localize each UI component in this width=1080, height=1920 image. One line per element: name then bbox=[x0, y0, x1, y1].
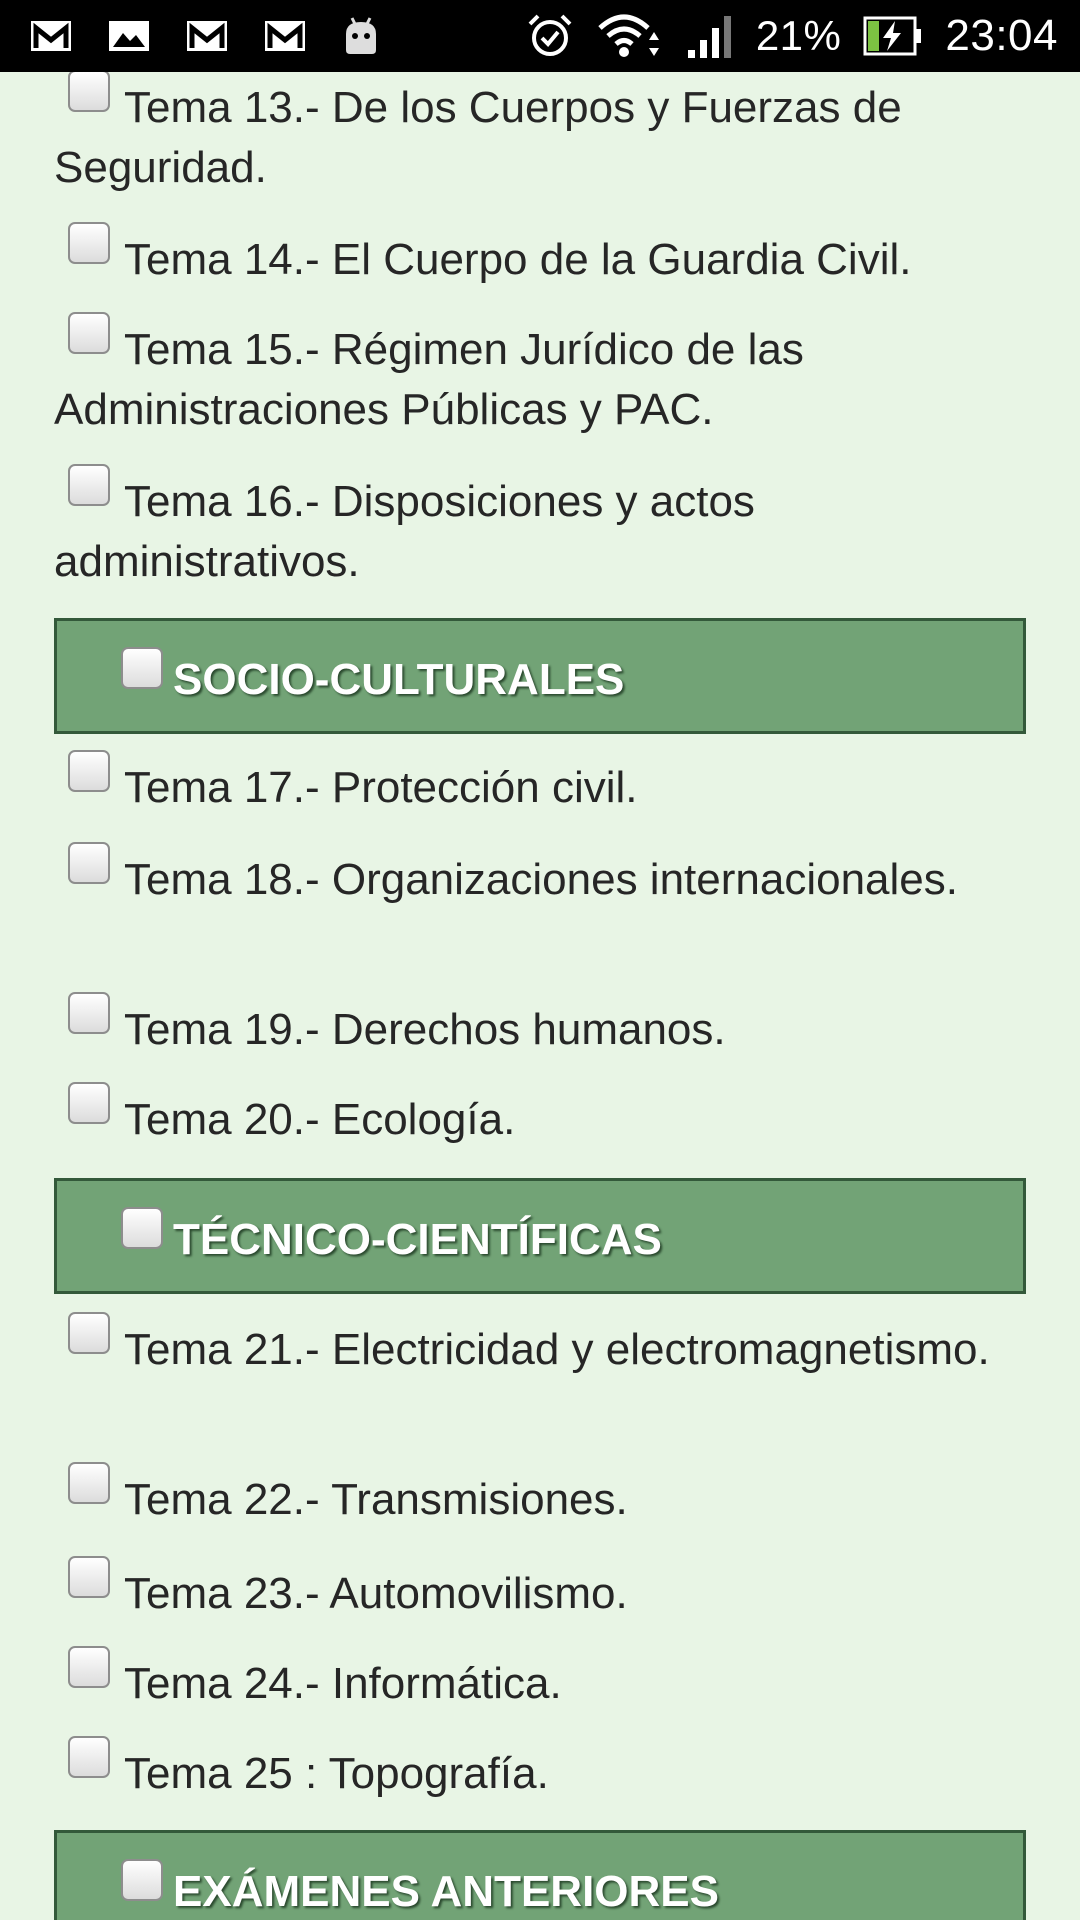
wifi-icon bbox=[598, 14, 659, 57]
section-label: SOCIO-CULTURALES bbox=[173, 655, 625, 704]
section-header-examenes-anteriores[interactable]: EXÁMENES ANTERIORES bbox=[54, 1830, 1026, 1920]
checkbox[interactable] bbox=[68, 750, 110, 792]
list-item[interactable]: Tema 21.- Electricidad y electromagnetis… bbox=[54, 1312, 1026, 1380]
section-header-socio-culturales[interactable]: SOCIO-CULTURALES bbox=[54, 618, 1026, 734]
list-item[interactable]: Tema 18.- Organizaciones internacionales… bbox=[54, 842, 1026, 910]
item-label: Tema 20.- Ecología. bbox=[124, 1095, 516, 1144]
list-item[interactable]: Tema 24.- Informática. bbox=[54, 1646, 1026, 1714]
clock: 23:04 bbox=[945, 11, 1058, 60]
battery-percent: 21% bbox=[755, 12, 842, 59]
item-label: Tema 22.- Transmisiones. bbox=[124, 1475, 628, 1524]
list-item[interactable]: Tema 15.- Régimen Jurídico de las Admini… bbox=[54, 312, 1026, 440]
checkbox[interactable] bbox=[68, 1312, 110, 1354]
item-label: Tema 18.- Organizaciones internacionales… bbox=[124, 855, 959, 904]
item-label: Tema 25 : Topografía. bbox=[124, 1749, 549, 1798]
list-item[interactable]: Tema 23.- Automovilismo. bbox=[54, 1556, 1026, 1624]
section-checkbox[interactable] bbox=[121, 1859, 163, 1901]
gmail-icon bbox=[187, 21, 227, 51]
checkbox[interactable] bbox=[68, 842, 110, 884]
section-header-tecnico-cientificas[interactable]: TÉCNICO-CIENTÍFICAS bbox=[54, 1178, 1026, 1294]
section-checkbox[interactable] bbox=[121, 1207, 163, 1249]
alarm-icon bbox=[528, 14, 572, 56]
item-label: Tema 21.- Electricidad y electromagnetis… bbox=[124, 1325, 990, 1374]
item-label: Tema 13.- De los Cuerpos y Fuerzas de Se… bbox=[54, 83, 902, 192]
checkbox[interactable] bbox=[68, 1082, 110, 1124]
item-label: Tema 15.- Régimen Jurídico de las Admini… bbox=[54, 325, 804, 434]
list-item[interactable]: Tema 16.- Disposiciones y actos administ… bbox=[54, 464, 1026, 592]
status-bar: 21% 23:04 bbox=[0, 0, 1080, 72]
section-label: TÉCNICO-CIENTÍFICAS bbox=[173, 1215, 662, 1264]
list-item[interactable]: Tema 19.- Derechos humanos. bbox=[54, 992, 1026, 1060]
signal-icon bbox=[687, 16, 731, 58]
checkbox[interactable] bbox=[68, 1646, 110, 1688]
list-item[interactable]: Tema 22.- Transmisiones. bbox=[54, 1462, 1026, 1530]
checkbox[interactable] bbox=[68, 1462, 110, 1504]
item-label: Tema 24.- Informática. bbox=[124, 1659, 562, 1708]
android-icon bbox=[346, 17, 376, 54]
checkbox[interactable] bbox=[68, 1736, 110, 1778]
checkbox[interactable] bbox=[68, 1556, 110, 1598]
checkbox[interactable] bbox=[68, 72, 110, 112]
list-item[interactable]: Tema 14.- El Cuerpo de la Guardia Civil. bbox=[54, 222, 1026, 290]
item-label: Tema 16.- Disposiciones y actos administ… bbox=[54, 477, 755, 586]
system-icons: 21% 23:04 bbox=[504, 11, 1058, 61]
section-checkbox[interactable] bbox=[121, 647, 163, 689]
item-label: Tema 19.- Derechos humanos. bbox=[124, 1005, 726, 1054]
item-label: Tema 17.- Protección civil. bbox=[124, 763, 638, 812]
gmail-icon bbox=[31, 21, 71, 51]
checkbox[interactable] bbox=[68, 312, 110, 354]
item-label: Tema 23.- Automovilismo. bbox=[124, 1569, 628, 1618]
checkbox[interactable] bbox=[68, 992, 110, 1034]
checkbox[interactable] bbox=[68, 464, 110, 506]
list-item[interactable]: Tema 13.- De los Cuerpos y Fuerzas de Se… bbox=[54, 72, 1026, 198]
notification-icons bbox=[30, 16, 416, 56]
topic-list-page: Tema 13.- De los Cuerpos y Fuerzas de Se… bbox=[0, 72, 1080, 1920]
item-label: Tema 14.- El Cuerpo de la Guardia Civil. bbox=[124, 235, 912, 284]
section-label: EXÁMENES ANTERIORES bbox=[173, 1867, 720, 1916]
list-item[interactable]: Tema 20.- Ecología. bbox=[54, 1082, 1026, 1150]
list-item[interactable]: Tema 17.- Protección civil. bbox=[54, 750, 1026, 818]
photo-notification-icon bbox=[109, 21, 149, 51]
battery-charging-icon bbox=[863, 16, 922, 56]
checkbox[interactable] bbox=[68, 222, 110, 264]
gmail-icon bbox=[265, 21, 305, 51]
list-item[interactable]: Tema 25 : Topografía. bbox=[54, 1736, 1026, 1804]
